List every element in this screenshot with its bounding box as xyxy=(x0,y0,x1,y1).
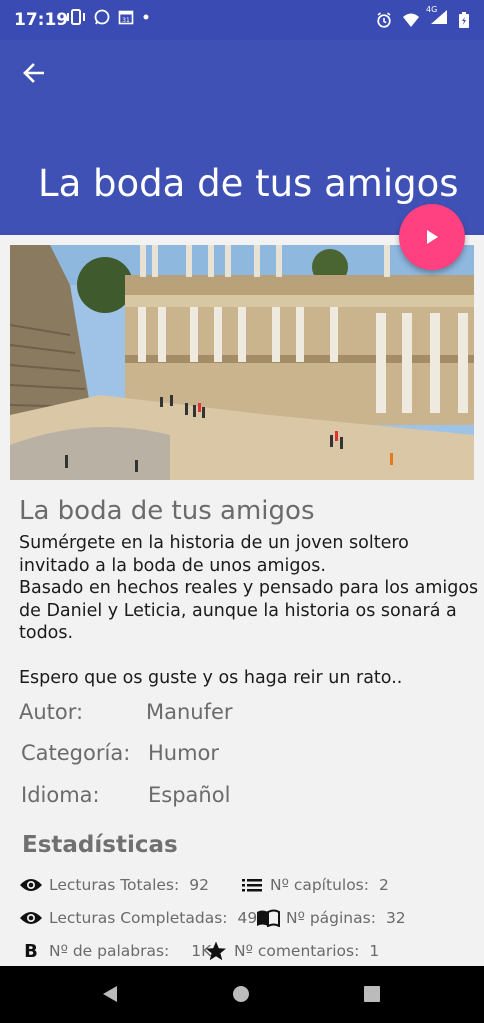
author-label: Autor: xyxy=(19,700,84,724)
stat-pages: Nº páginas: 32 xyxy=(256,908,406,928)
nav-back-button[interactable] xyxy=(100,984,122,1006)
nav-home-button[interactable] xyxy=(231,984,253,1006)
arrow-back-icon xyxy=(23,63,44,83)
system-nav-bar xyxy=(0,966,484,1023)
stat-total-reads-label: Lecturas Totales: xyxy=(49,876,180,894)
bold-icon: B xyxy=(24,940,38,962)
alarm-icon xyxy=(377,11,391,28)
page-title: La boda de tus amigos xyxy=(38,162,459,205)
whatsapp-icon xyxy=(94,9,110,25)
category-value: Humor xyxy=(148,741,220,765)
stat-completed-reads-value: 49 xyxy=(237,909,258,927)
status-bar: 17:19 31 4G xyxy=(0,0,484,40)
language-value: Español xyxy=(148,783,231,807)
story-title: La boda de tus amigos xyxy=(19,496,315,526)
wifi-icon xyxy=(403,13,419,27)
stat-total-reads: Lecturas Totales: 92 xyxy=(19,875,209,895)
nav-recents-button[interactable] xyxy=(362,984,384,1006)
eye-icon xyxy=(19,875,43,895)
stat-completed-reads-label: Lecturas Completadas: xyxy=(49,909,228,927)
star-icon xyxy=(204,941,228,961)
back-button[interactable] xyxy=(18,58,48,88)
play-icon xyxy=(427,230,438,244)
category-label: Categoría: xyxy=(21,741,131,765)
svg-text:31: 31 xyxy=(122,17,130,24)
stat-total-reads-value: 92 xyxy=(189,876,209,894)
app-toolbar: La boda de tus amigos xyxy=(0,40,484,235)
battery-icon xyxy=(459,11,469,28)
network-type-label: 4G xyxy=(426,5,438,14)
nav-back-icon xyxy=(103,986,117,1002)
stat-pages-label: Nº páginas: xyxy=(286,909,376,927)
stat-chapters: Nº capítulos: 2 xyxy=(240,875,389,895)
play-button[interactable] xyxy=(399,204,465,270)
stat-chapters-label: Nº capítulos: xyxy=(270,876,369,894)
story-cover-image xyxy=(10,245,474,480)
stats-heading: Estadísticas xyxy=(22,832,178,858)
stat-words: B Nº de palabras: 1K xyxy=(19,940,211,962)
system-icons: 4G xyxy=(376,5,470,30)
nav-home-icon xyxy=(233,986,249,1002)
stat-comments-label: Nº comentarios: xyxy=(234,942,360,960)
vibrate-icon xyxy=(67,9,85,25)
calendar-icon: 31 xyxy=(118,10,134,25)
list-icon xyxy=(240,875,264,895)
stat-chapters-value: 2 xyxy=(378,876,389,894)
dot-icon xyxy=(143,14,149,20)
stat-comments: Nº comentarios: 1 xyxy=(204,941,379,961)
status-time: 17:19 xyxy=(14,10,69,30)
language-label: Idioma: xyxy=(21,783,100,807)
notification-icons: 31 xyxy=(66,9,150,25)
nav-recents-icon xyxy=(364,986,380,1002)
stat-comments-value: 1 xyxy=(369,942,380,960)
stat-completed-reads: Lecturas Completadas: 49 xyxy=(19,908,257,928)
stat-pages-value: 32 xyxy=(385,909,406,927)
eye-icon xyxy=(19,908,43,928)
story-description: Sumérgete en la historia de un joven sol… xyxy=(19,533,479,688)
author-value: Manufer xyxy=(146,700,233,724)
stat-words-label: Nº de palabras: xyxy=(49,942,170,960)
book-icon xyxy=(256,908,280,928)
